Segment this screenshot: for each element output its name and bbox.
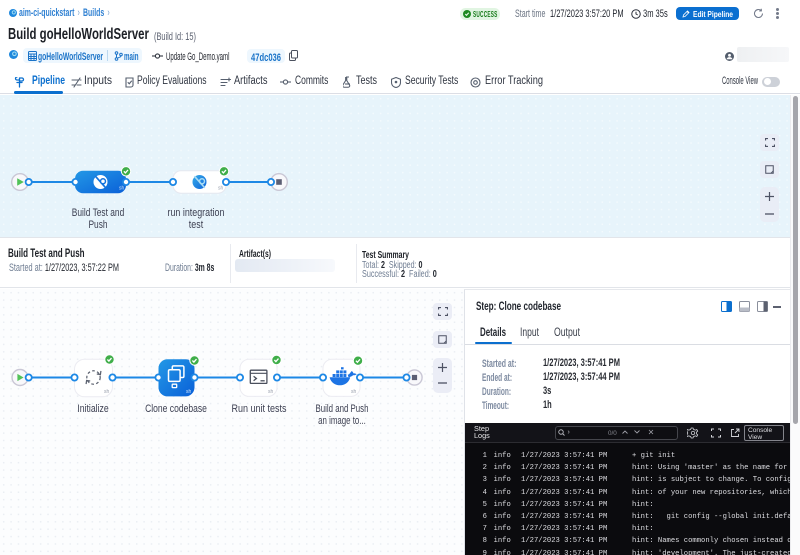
svg-text:sh: sh — [119, 186, 125, 192]
svg-text:sh: sh — [351, 389, 357, 395]
svg-text:sh: sh — [104, 389, 110, 395]
svg-text:sh: sh — [218, 186, 224, 192]
svg-text:sh: sh — [186, 389, 192, 395]
svg-text:sh: sh — [268, 389, 274, 395]
